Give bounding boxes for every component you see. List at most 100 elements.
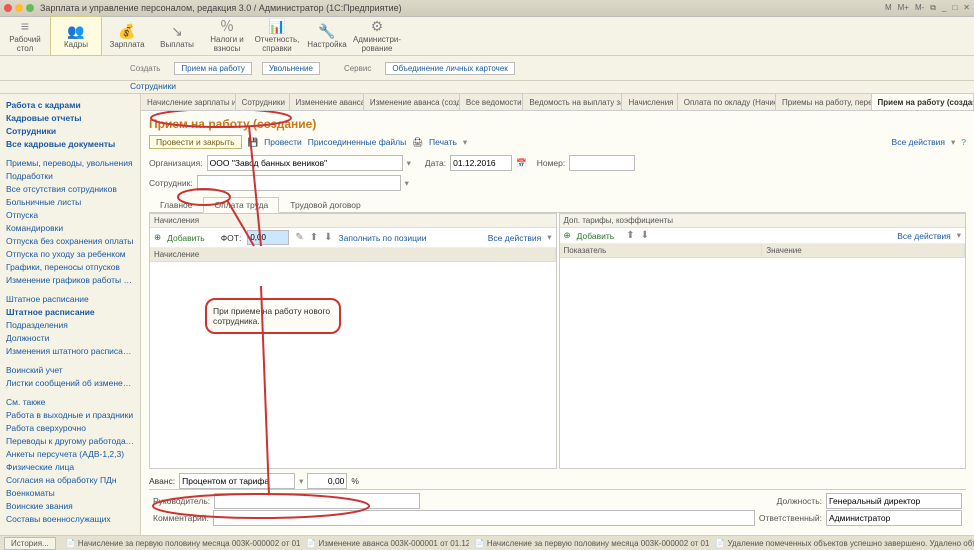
doc-tab[interactable]: Сотрудники✕ bbox=[236, 94, 290, 110]
toolbar-Зарплата[interactable]: 💰Зарплата bbox=[102, 17, 152, 55]
sidebar-item[interactable]: Больничные листы bbox=[6, 195, 134, 208]
win-btn[interactable]: M- bbox=[915, 3, 924, 13]
position-input[interactable] bbox=[826, 493, 962, 509]
sidebar-item[interactable]: Составы военнослужащих bbox=[6, 512, 134, 525]
sidebar-item[interactable]: Работа в выходные и праздники bbox=[6, 408, 134, 421]
close-icon[interactable] bbox=[4, 4, 12, 12]
sidebar-item[interactable]: Военкоматы bbox=[6, 486, 134, 499]
sidebar-item[interactable]: Штатное расписание bbox=[6, 305, 134, 318]
save-icon[interactable]: 💾 bbox=[248, 137, 259, 148]
sidebar-item[interactable]: Переводы к другому работодателю bbox=[6, 434, 134, 447]
sidebar-item[interactable]: См. также bbox=[6, 395, 134, 408]
up-icon[interactable]: ⬆ bbox=[310, 232, 318, 243]
doc-tab[interactable]: Приемы на работу, пере...✕ bbox=[776, 94, 872, 110]
doc-tab[interactable]: Прием на работу (создан...✕ bbox=[872, 94, 974, 110]
responsible-input[interactable] bbox=[826, 510, 962, 526]
panel-all-actions[interactable]: Все действия bbox=[488, 233, 541, 243]
sidebar-item[interactable]: Кадровые отчеты bbox=[6, 111, 134, 124]
win-btn[interactable]: □ bbox=[952, 3, 957, 13]
sidebar-item[interactable]: Все отсутствия сотрудников bbox=[6, 182, 134, 195]
doc-tab[interactable]: Изменение аванса✕ bbox=[290, 94, 364, 110]
save-button[interactable]: Провести bbox=[264, 137, 302, 147]
number-input[interactable] bbox=[569, 155, 635, 171]
doc-tab[interactable]: Начисление зарплаты и...✕ bbox=[141, 94, 236, 110]
toolbar-Рабочий[interactable]: ≡Рабочийстол bbox=[0, 17, 50, 55]
down-icon[interactable]: ⬇ bbox=[641, 230, 649, 241]
sidebar-item[interactable]: Изменения штатного расписания bbox=[6, 344, 134, 357]
dropdown-icon[interactable]: ▾ bbox=[405, 178, 409, 189]
win-btn[interactable]: ✕ bbox=[963, 3, 970, 13]
org-input[interactable] bbox=[207, 155, 403, 171]
manager-input[interactable] bbox=[214, 493, 420, 509]
toolbar-Администри-[interactable]: ⚙Администри-рование bbox=[352, 17, 402, 55]
sidebar-item[interactable]: Воинские звания bbox=[6, 499, 134, 512]
win-btn[interactable]: ⧉ bbox=[930, 3, 936, 13]
fot-input[interactable] bbox=[247, 230, 289, 245]
create-fire-link[interactable]: Увольнение bbox=[262, 62, 320, 75]
avans-value-input[interactable] bbox=[307, 473, 347, 489]
dropdown-icon[interactable]: ▾ bbox=[299, 476, 303, 487]
toolbar-Настройка[interactable]: 🔧Настройка bbox=[302, 17, 352, 55]
subtab-contract[interactable]: Трудовой договор bbox=[279, 197, 371, 212]
toolbar-Отчетность,[interactable]: 📊Отчетность,справки bbox=[252, 17, 302, 55]
doc-tab[interactable]: Ведомость на выплату за...✕ bbox=[523, 94, 622, 110]
up-icon[interactable]: ⬆ bbox=[626, 230, 634, 241]
doc-tab[interactable]: Начисления✕ bbox=[622, 94, 677, 110]
comment-input[interactable] bbox=[213, 510, 755, 526]
sidebar-item[interactable]: Должности bbox=[6, 331, 134, 344]
sidebar-item[interactable]: Работа сверхурочно bbox=[6, 421, 134, 434]
add-icon[interactable]: ⊕ bbox=[154, 232, 161, 243]
sidebar-item[interactable]: Отпуска по уходу за ребенком bbox=[6, 247, 134, 260]
attached-files-link[interactable]: Присоединенные файлы bbox=[308, 137, 406, 147]
sidebar-item[interactable]: Сотрудники bbox=[6, 124, 134, 137]
doc-tab[interactable]: Изменение аванса (созд...✕ bbox=[364, 94, 460, 110]
sidebar-item[interactable]: Отпуска bbox=[6, 208, 134, 221]
sidebar-item[interactable]: Подработки bbox=[6, 169, 134, 182]
sidebar-item[interactable]: Отпуска без сохранения оплаты bbox=[6, 234, 134, 247]
calendar-icon[interactable]: 📅 bbox=[516, 158, 527, 169]
sidebar-item[interactable]: Все кадровые документы bbox=[6, 137, 134, 150]
all-actions-link[interactable]: Все действия bbox=[892, 137, 945, 147]
toolbar-Кадры[interactable]: 👥Кадры bbox=[50, 16, 102, 56]
sidebar-item[interactable]: Графики, переносы отпусков bbox=[6, 260, 134, 273]
doc-tab[interactable]: Оплата по окладу (Начис...✕ bbox=[678, 94, 776, 110]
toolbar-Выплаты[interactable]: ↘Выплаты bbox=[152, 17, 202, 55]
print-icon[interactable]: 🖨 bbox=[412, 137, 423, 148]
down-icon[interactable]: ⬇ bbox=[324, 232, 332, 243]
add-button[interactable]: Добавить bbox=[577, 231, 615, 241]
subtab-payment[interactable]: Оплата труда bbox=[203, 197, 279, 213]
history-button[interactable]: История... bbox=[4, 537, 56, 550]
sidebar-item[interactable]: Анкеты персучета (АДВ-1,2,3) bbox=[6, 447, 134, 460]
sidebar-item[interactable]: Командировки bbox=[6, 221, 134, 234]
avans-type-input[interactable] bbox=[179, 473, 295, 489]
sidebar-item[interactable]: Приемы, переводы, увольнения bbox=[6, 156, 134, 169]
sidebar-item[interactable]: Воинский учет bbox=[6, 363, 134, 376]
panel-all-actions[interactable]: Все действия bbox=[897, 231, 950, 241]
employee-input[interactable] bbox=[197, 175, 401, 191]
save-close-button[interactable]: Провести и закрыть bbox=[149, 135, 242, 149]
doc-tab[interactable]: Все ведомости✕ bbox=[460, 94, 523, 110]
sidebar-item[interactable]: Штатное расписание bbox=[6, 292, 134, 305]
sidebar-item[interactable]: Согласия на обработку ПДн bbox=[6, 473, 134, 486]
maximize-icon[interactable] bbox=[26, 4, 34, 12]
sidebar-item[interactable]: Изменение графиков работы списком bbox=[6, 273, 134, 286]
subtab-main[interactable]: Главное bbox=[149, 197, 203, 212]
minimize-icon[interactable] bbox=[15, 4, 23, 12]
edit-icon[interactable]: ✎ bbox=[295, 232, 303, 243]
sidebar-item[interactable]: Подразделения bbox=[6, 318, 134, 331]
win-btn[interactable]: M+ bbox=[898, 3, 909, 13]
create-hire-link[interactable]: Прием на работу bbox=[174, 62, 251, 75]
fill-by-position-link[interactable]: Заполнить по позиции bbox=[339, 233, 427, 243]
win-btn[interactable]: M bbox=[885, 3, 892, 13]
add-icon[interactable]: ⊕ bbox=[564, 230, 571, 241]
employees-link[interactable]: Сотрудники bbox=[130, 81, 176, 91]
sidebar-item[interactable]: Листки сообщений об изменениях bbox=[6, 376, 134, 389]
date-input[interactable] bbox=[450, 155, 512, 171]
sidebar-item[interactable]: Физические лица bbox=[6, 460, 134, 473]
print-link[interactable]: Печать bbox=[429, 137, 457, 147]
dropdown-icon[interactable]: ▾ bbox=[407, 158, 411, 169]
sidebar-item[interactable]: Работа с кадрами bbox=[6, 98, 134, 111]
add-button[interactable]: Добавить bbox=[167, 233, 205, 243]
help-icon[interactable]: ? bbox=[961, 137, 966, 147]
win-btn[interactable]: _ bbox=[942, 3, 946, 13]
